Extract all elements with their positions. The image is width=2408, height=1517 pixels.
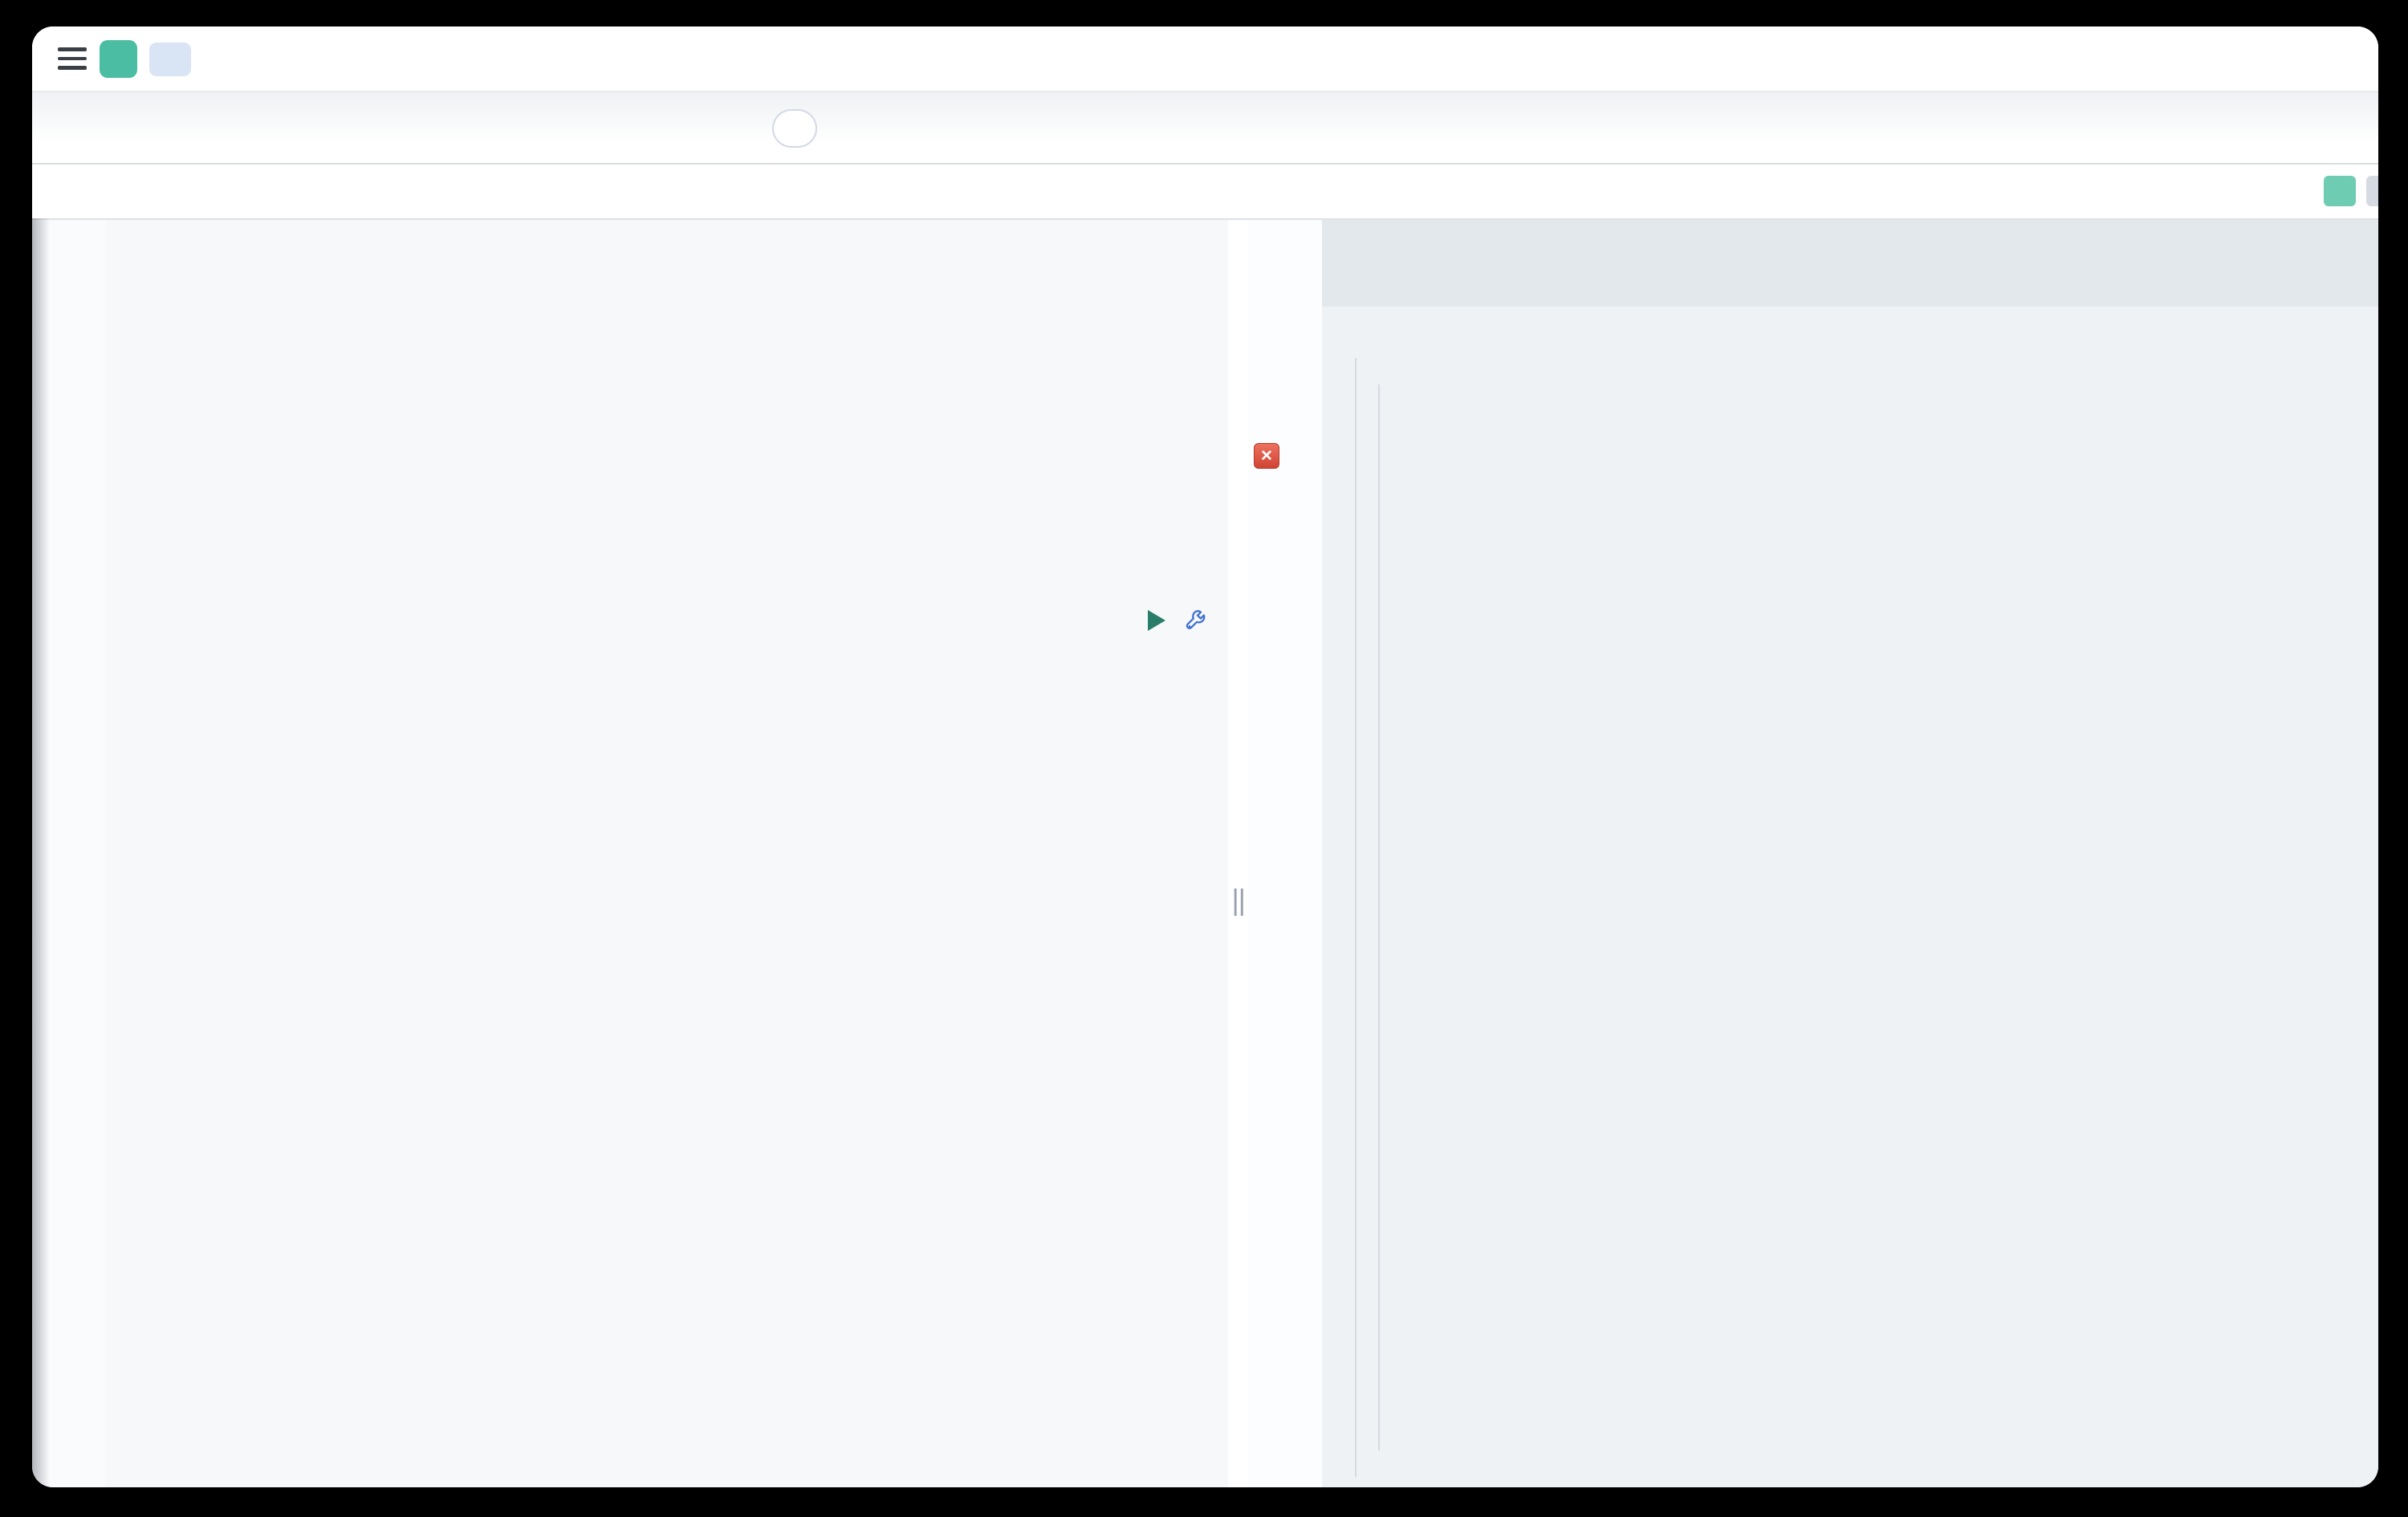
resize-handle-icon[interactable]: ‖	[1230, 885, 1247, 917]
error-annotation-icon[interactable]: ✕	[1254, 443, 1279, 469]
top-bar	[32, 26, 2378, 92]
beta-badge	[772, 109, 817, 148]
response-viewer: ✕	[1248, 218, 2378, 1487]
console-panes: ‖ ✕	[32, 218, 2378, 1487]
secondary-badge	[2366, 176, 2378, 206]
breadcrumb[interactable]	[149, 43, 191, 76]
request-editor[interactable]	[32, 218, 1228, 1487]
response-content	[1322, 218, 2378, 1487]
send-request-icon[interactable]	[1148, 610, 1165, 631]
app-window: ‖ ✕	[32, 26, 2378, 1487]
tabs-row	[32, 92, 2378, 165]
indent-guide	[1378, 384, 1380, 1450]
response-gutter	[1248, 218, 1322, 1487]
pane-divider[interactable]: ‖	[1228, 218, 1248, 1487]
security-warning-band	[1322, 218, 2378, 307]
editor-content[interactable]	[106, 218, 1228, 1487]
console-toolbar	[32, 165, 2378, 220]
status-badge	[2324, 176, 2356, 206]
menu-icon[interactable]	[58, 47, 90, 71]
indent-guide	[1355, 358, 1357, 1477]
space-avatar[interactable]	[100, 40, 137, 78]
wrench-icon[interactable]	[1183, 608, 1209, 633]
editor-gutter	[32, 218, 106, 1487]
